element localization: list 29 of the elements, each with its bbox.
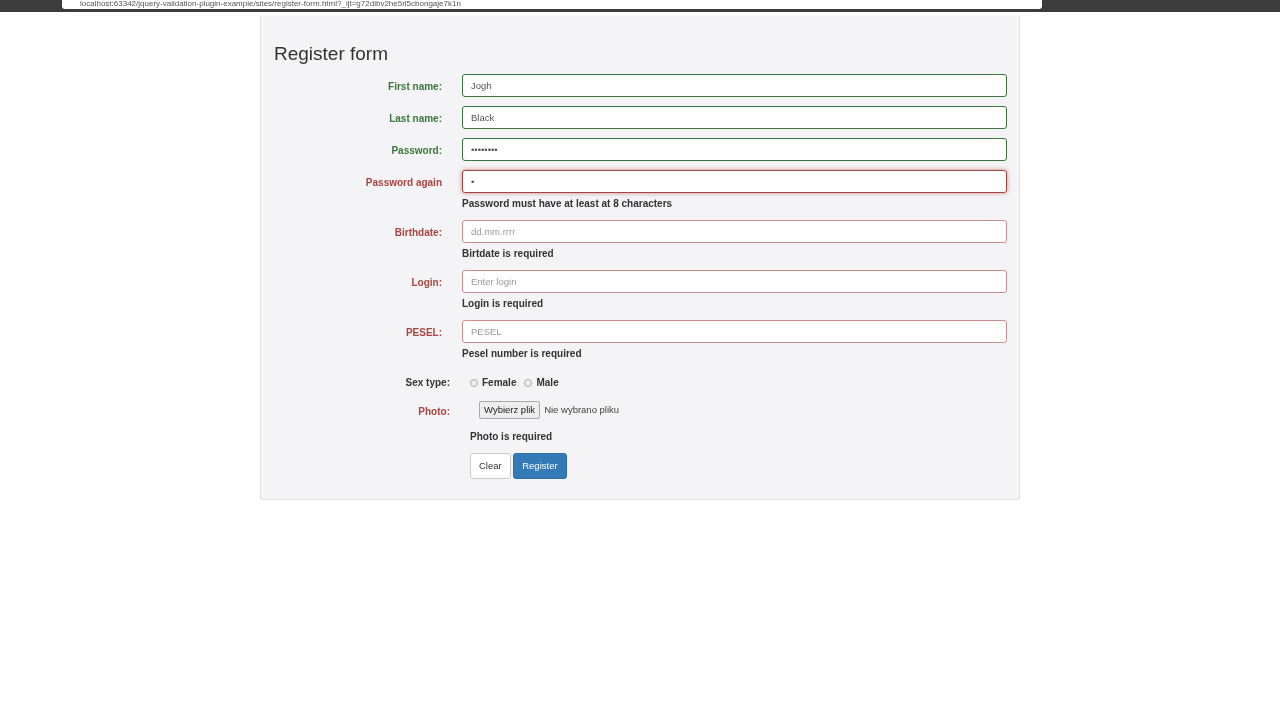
error-message: Password must have at least at 8 characters [462,196,674,211]
field-label: Photo: [417,404,451,419]
field-label: Sex type: [404,375,451,390]
clear-button[interactable]: Clear [470,453,511,480]
radio-option[interactable]: Male [524,374,559,390]
input-field[interactable]: Jogh [462,73,1007,97]
field-label: PESEL: [404,325,443,340]
form-title: Register form [274,43,390,66]
file-status-text: Nie wybrano pliku [544,403,620,415]
field-label: Password again [364,175,443,190]
input-field[interactable]: PESEL [462,319,1007,343]
input-field[interactable]: •••••••• [462,137,1007,161]
error-message: Login is required [462,296,545,311]
radio-option[interactable]: Female [470,374,517,390]
register-button[interactable]: Register [513,453,567,480]
field-label: First name: [387,79,443,94]
error-message: Birtdate is required [462,246,555,261]
field-label: Birthdate: [393,225,443,240]
error-message: Photo is required [470,430,554,445]
field-label: Last name: [388,111,443,126]
input-field[interactable]: • [462,169,1007,193]
choose-file-button[interactable]: Wybierz plik [479,400,541,420]
input-field[interactable]: dd.mm.rrrr [462,219,1007,243]
address-bar[interactable]: localhost:63342/jquery-validation-plugin-example/sites/register-form.html?_ijt=g72dibv2he5rl5cbongaje7k1n [62,0,1042,9]
input-field[interactable]: Enter login [462,269,1007,293]
input-field[interactable]: Black [462,105,1007,129]
field-label: Password: [390,143,443,158]
field-label: Login: [410,275,443,290]
error-message: Pesel number is required [462,346,583,361]
